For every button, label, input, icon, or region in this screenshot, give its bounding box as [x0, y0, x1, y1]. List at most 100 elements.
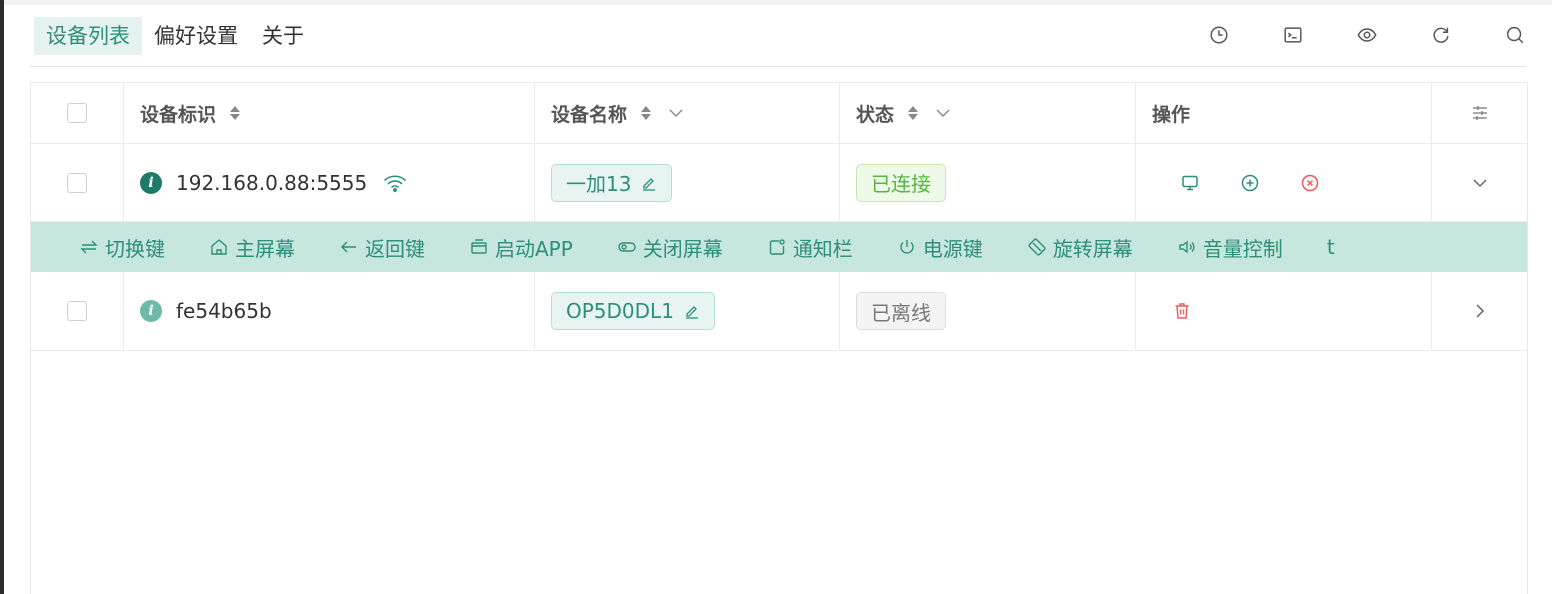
header-device-name[interactable]: 设备名称: [535, 83, 840, 143]
chevron-right-icon[interactable]: [1470, 301, 1490, 321]
app-window-icon: [471, 239, 487, 254]
power-icon: [900, 240, 914, 254]
view-button[interactable]: [1350, 18, 1384, 52]
monitor-icon: [1182, 175, 1198, 190]
device-id: fe54b65b: [176, 299, 272, 323]
device-id-cell: i fe54b65b: [124, 272, 535, 350]
volume-control-button[interactable]: 音量控制: [1177, 233, 1283, 262]
history-icon: [1210, 26, 1228, 44]
top-menu: 设备列表 偏好设置 关于: [34, 17, 316, 55]
table-row: i 192.168.0.88:5555 一加13 已连接: [31, 144, 1527, 222]
refresh-button[interactable]: [1424, 18, 1458, 52]
action-label: 旋转屏幕: [1052, 236, 1133, 261]
plus-circle-icon: [1241, 174, 1259, 191]
select-all-checkbox[interactable]: [67, 103, 87, 123]
home-button[interactable]: 主屏幕: [209, 233, 295, 262]
header-checkbox-cell: [31, 83, 124, 143]
device-name-cell: OP5D0DL1: [535, 272, 840, 350]
table-row: i fe54b65b OP5D0DL1 已离线: [31, 272, 1527, 351]
overflow-glyph: t: [1326, 235, 1335, 259]
action-label: 启动APP: [495, 236, 573, 261]
status-cell: 已连接: [840, 144, 1136, 221]
chevron-down-icon[interactable]: [667, 104, 685, 122]
action-label: 音量控制: [1202, 236, 1283, 261]
switch-key-button[interactable]: 切换键: [79, 233, 165, 262]
column-settings-icon[interactable]: [1470, 103, 1490, 123]
volume-icon: [1179, 240, 1195, 254]
power-button[interactable]: 电源键: [897, 233, 983, 262]
actions-cell: [1136, 144, 1432, 221]
notification-button[interactable]: 通知栏: [767, 233, 853, 262]
header-divider: [30, 66, 1526, 67]
header-device-name-label: 设备名称: [551, 103, 628, 126]
terminal-icon: [1284, 27, 1302, 43]
chevron-down-icon[interactable]: [1470, 173, 1490, 193]
column-settings-cell: [1432, 83, 1527, 143]
add-button[interactable]: [1238, 171, 1262, 195]
table-header: 设备标识 设备名称 状态 操作: [31, 82, 1527, 144]
history-button[interactable]: [1202, 18, 1236, 52]
device-name-tag[interactable]: OP5D0DL1: [551, 292, 715, 330]
screen-toggle-icon: [618, 242, 636, 252]
row-checkbox-cell: [31, 144, 124, 221]
status-cell: 已离线: [840, 272, 1136, 350]
edit-icon: [685, 306, 698, 319]
back-button[interactable]: 返回键: [339, 233, 425, 262]
menu-about[interactable]: 关于: [250, 17, 316, 55]
device-name-tag[interactable]: 一加13: [551, 163, 673, 202]
notification-icon: [769, 239, 785, 255]
expand-cell: [1432, 144, 1527, 221]
status-badge: 已离线: [856, 292, 946, 330]
row-checkbox[interactable]: [67, 301, 87, 321]
header-actions-label: 操作: [1152, 103, 1191, 126]
more-actions-button[interactable]: t: [1327, 235, 1335, 259]
action-label: 返回键: [365, 236, 425, 261]
menu-preferences[interactable]: 偏好设置: [142, 17, 250, 55]
sort-icon[interactable]: [226, 104, 244, 122]
device-action-bar: 切换键 主屏幕 返回键 启动APP 关闭屏幕 通知栏 电源键 旋转屏幕 音量控制…: [31, 222, 1527, 272]
header-device-id[interactable]: 设备标识: [124, 83, 535, 143]
menu-device-list[interactable]: 设备列表: [34, 17, 142, 55]
eye-icon: [1357, 28, 1377, 42]
device-id-cell: i 192.168.0.88:5555: [124, 144, 535, 221]
action-label: 切换键: [105, 236, 165, 261]
action-label: 通知栏: [792, 236, 853, 261]
rotate-icon: [1028, 238, 1046, 256]
action-label: 主屏幕: [235, 236, 295, 261]
launch-app-button[interactable]: 启动APP: [469, 233, 573, 262]
header-status[interactable]: 状态: [840, 83, 1136, 143]
row-checkbox-cell: [31, 272, 124, 350]
device-name-cell: 一加13: [535, 144, 840, 221]
search-icon: [1506, 26, 1524, 44]
edit-icon: [643, 177, 656, 191]
device-id: 192.168.0.88:5555: [176, 170, 368, 195]
status-badge: 已连接: [856, 163, 946, 202]
actions-cell: [1136, 272, 1432, 350]
expand-cell: [1432, 272, 1527, 350]
info-icon[interactable]: i: [140, 171, 162, 194]
action-label: 电源键: [922, 236, 983, 261]
toolbar: [1162, 18, 1532, 52]
delete-button[interactable]: [1170, 299, 1194, 323]
screen-off-button[interactable]: 关闭屏幕: [617, 233, 723, 262]
info-icon[interactable]: i: [140, 300, 162, 322]
terminal-button[interactable]: [1276, 18, 1310, 52]
switch-icon: [80, 240, 98, 254]
device-name: OP5D0DL1: [566, 299, 674, 323]
header-actions: 操作: [1136, 83, 1432, 143]
home-icon: [211, 239, 227, 255]
header-device-id-label: 设备标识: [140, 103, 217, 126]
trash-icon: [1175, 303, 1189, 319]
device-name: 一加13: [566, 172, 632, 196]
disconnect-button[interactable]: [1298, 171, 1322, 195]
chevron-down-icon[interactable]: [934, 104, 952, 122]
search-button[interactable]: [1498, 18, 1532, 52]
refresh-icon: [1433, 27, 1449, 43]
sort-icon[interactable]: [637, 104, 655, 122]
header-status-label: 状态: [856, 103, 895, 126]
mirror-button[interactable]: [1178, 171, 1202, 195]
back-arrow-icon: [341, 241, 356, 253]
rotate-screen-button[interactable]: 旋转屏幕: [1027, 233, 1133, 262]
row-checkbox[interactable]: [67, 172, 87, 193]
sort-icon[interactable]: [904, 104, 922, 122]
